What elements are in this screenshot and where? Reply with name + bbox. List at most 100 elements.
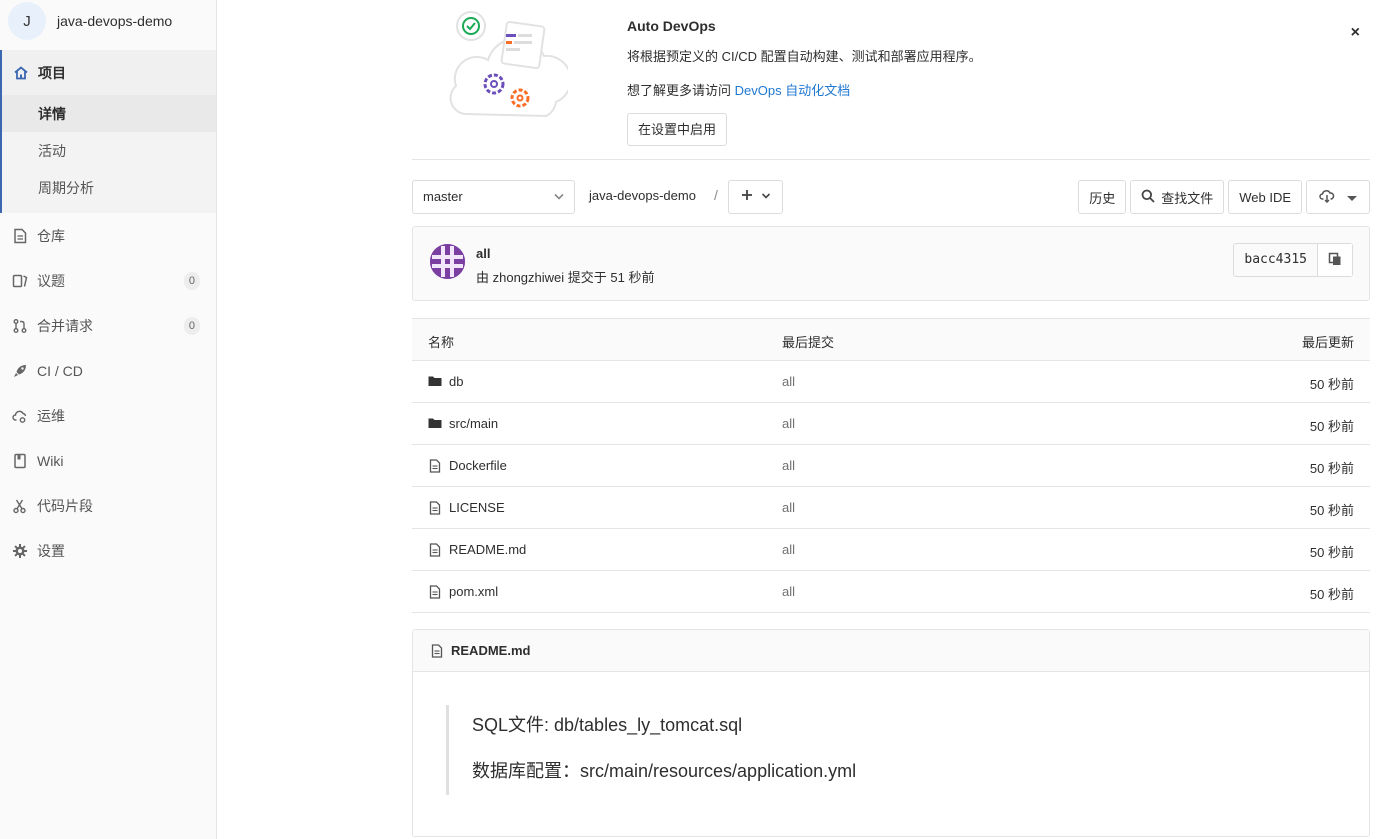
breadcrumb-project-link[interactable]: java-devops-demo: [589, 188, 696, 203]
branch-select[interactable]: master: [412, 180, 575, 214]
issues-count-badge: 0: [183, 272, 200, 290]
file-last-commit[interactable]: all: [782, 416, 795, 431]
last-commit-box: all 由 zhongzhiwei 提交于 51 秒前 bacc4315: [412, 226, 1370, 301]
sidebar-item-operations[interactable]: 运维: [0, 393, 216, 438]
gear-icon: [12, 543, 28, 559]
auto-devops-title: Auto DevOps: [627, 18, 716, 34]
header-name: 名称: [428, 335, 455, 350]
file-last-commit[interactable]: all: [782, 584, 795, 599]
add-file-dropdown[interactable]: [728, 180, 783, 214]
file-name-cell[interactable]: src/main: [428, 416, 498, 431]
copy-sha-button[interactable]: [1318, 244, 1352, 276]
commit-author-avatar[interactable]: [430, 244, 465, 279]
main-content: Auto DevOps 将根据预定义的 CI/CD 配置自动构建、测试和部署应用…: [412, 0, 1370, 837]
file-name[interactable]: src/main: [449, 416, 498, 431]
issues-icon: [12, 273, 28, 289]
file-last-update: 50 秒前: [1309, 503, 1354, 518]
download-dropdown[interactable]: [1306, 180, 1370, 214]
project-header[interactable]: J java-devops-demo: [0, 0, 216, 42]
book-icon: [12, 453, 28, 469]
auto-devops-description: 将根据预定义的 CI/CD 配置自动构建、测试和部署应用程序。: [627, 49, 982, 64]
sidebar-item-label: 代码片段: [37, 497, 93, 514]
commit-sha[interactable]: bacc4315: [1234, 244, 1318, 276]
subnav-details[interactable]: 详情: [2, 95, 216, 132]
file-icon: [430, 643, 444, 658]
sidebar-item-wiki[interactable]: Wiki: [0, 438, 216, 483]
doc-icon: [12, 228, 28, 244]
sidebar-item-settings[interactable]: 设置: [0, 528, 216, 573]
subnav-cycle-analytics[interactable]: 周期分析: [2, 169, 216, 206]
file-name-cell[interactable]: LICENSE: [428, 500, 505, 515]
web-ide-label: Web IDE: [1239, 189, 1291, 205]
enable-in-settings-button[interactable]: 在设置中启用: [627, 113, 728, 146]
sidebar-item-label: 运维: [37, 407, 65, 424]
caret-down-icon: [1347, 190, 1357, 205]
table-row[interactable]: db all 50 秒前: [412, 361, 1370, 403]
auto-devops-illustration: [448, 6, 572, 121]
copy-icon: [1328, 252, 1342, 269]
sidebar-item-label: 仓库: [37, 227, 65, 244]
close-icon[interactable]: ×: [1351, 24, 1360, 42]
file-name-cell[interactable]: db: [428, 374, 463, 389]
table-row[interactable]: src/main all 50 秒前: [412, 403, 1370, 445]
file-last-commit[interactable]: all: [782, 458, 795, 473]
readme-body: SQL文件: db/tables_ly_tomcat.sql 数据库配置：src…: [413, 672, 1369, 828]
auto-devops-banner: Auto DevOps 将根据预定义的 CI/CD 配置自动构建、测试和部署应用…: [412, 0, 1370, 160]
auto-devops-docs-link[interactable]: DevOps 自动化文档: [735, 83, 851, 98]
table-row[interactable]: README.md all 50 秒前: [412, 529, 1370, 571]
file-name[interactable]: LICENSE: [449, 500, 505, 515]
sidebar-item-label: 设置: [37, 542, 65, 559]
sidebar-item-project[interactable]: 项目: [2, 50, 216, 95]
file-last-update: 50 秒前: [1309, 461, 1354, 476]
file-name[interactable]: pom.xml: [449, 584, 498, 599]
sidebar-item-issues[interactable]: 议题 0: [0, 258, 216, 303]
file-icon: [428, 542, 442, 557]
subnav-activity[interactable]: 活动: [2, 132, 216, 169]
sidebar-item-ci-cd[interactable]: CI / CD: [0, 348, 216, 393]
auto-devops-text: Auto DevOps 将根据预定义的 CI/CD 配置自动构建、测试和部署应用…: [627, 18, 982, 146]
home-icon: [13, 65, 29, 81]
auto-devops-more: 想了解更多请访问 DevOps 自动化文档: [627, 80, 982, 99]
folder-icon: [428, 375, 442, 389]
file-name[interactable]: db: [449, 374, 463, 389]
file-tree-header: 名称 最后提交 最后更新: [412, 319, 1370, 361]
file-name[interactable]: Dockerfile: [449, 458, 507, 473]
readme-line: 数据库配置：src/main/resources/application.yml: [472, 761, 857, 781]
table-row[interactable]: pom.xml all 50 秒前: [412, 571, 1370, 613]
table-row[interactable]: Dockerfile all 50 秒前: [412, 445, 1370, 487]
auto-devops-more-prefix: 想了解更多请访问: [627, 83, 735, 98]
file-name[interactable]: README.md: [449, 542, 526, 557]
file-name-cell[interactable]: pom.xml: [428, 584, 498, 599]
file-last-commit[interactable]: all: [782, 542, 795, 557]
sidebar-item-label: Wiki: [37, 452, 64, 469]
sidebar-item-merge-requests[interactable]: 合并请求 0: [0, 303, 216, 348]
file-icon: [428, 500, 442, 515]
sidebar-item-label: 合并请求: [37, 317, 93, 334]
repo-toolbar: master java-devops-demo / 历史 查找文件 Web ID: [412, 160, 1370, 226]
chevron-down-icon: [553, 181, 565, 225]
history-button[interactable]: 历史: [1078, 180, 1127, 214]
file-name-cell[interactable]: README.md: [428, 542, 526, 557]
chevron-down-icon: [761, 188, 771, 206]
file-last-update: 50 秒前: [1309, 587, 1354, 602]
file-name-cell[interactable]: Dockerfile: [428, 458, 507, 473]
file-last-commit[interactable]: all: [782, 500, 795, 515]
cloud-download-icon: [1319, 189, 1335, 206]
file-last-update: 50 秒前: [1309, 545, 1354, 560]
file-icon: [428, 458, 442, 473]
file-last-update: 50 秒前: [1309, 377, 1354, 392]
table-row[interactable]: LICENSE all 50 秒前: [412, 487, 1370, 529]
sidebar-item-snippets[interactable]: 代码片段: [0, 483, 216, 528]
commit-title[interactable]: all: [476, 246, 490, 261]
sidebar-item-repository[interactable]: 仓库: [0, 213, 216, 258]
find-file-button[interactable]: 查找文件: [1130, 180, 1225, 214]
commit-sha-group: bacc4315: [1233, 243, 1353, 277]
search-icon: [1141, 189, 1155, 206]
branch-select-value: master: [423, 189, 463, 204]
file-last-commit[interactable]: all: [782, 374, 795, 389]
merge-requests-count-badge: 0: [183, 317, 200, 335]
file-last-update: 50 秒前: [1309, 419, 1354, 434]
readme-filename[interactable]: README.md: [451, 643, 530, 658]
toolbar-actions: 历史 查找文件 Web IDE: [1078, 180, 1370, 214]
web-ide-button[interactable]: Web IDE: [1228, 180, 1302, 214]
